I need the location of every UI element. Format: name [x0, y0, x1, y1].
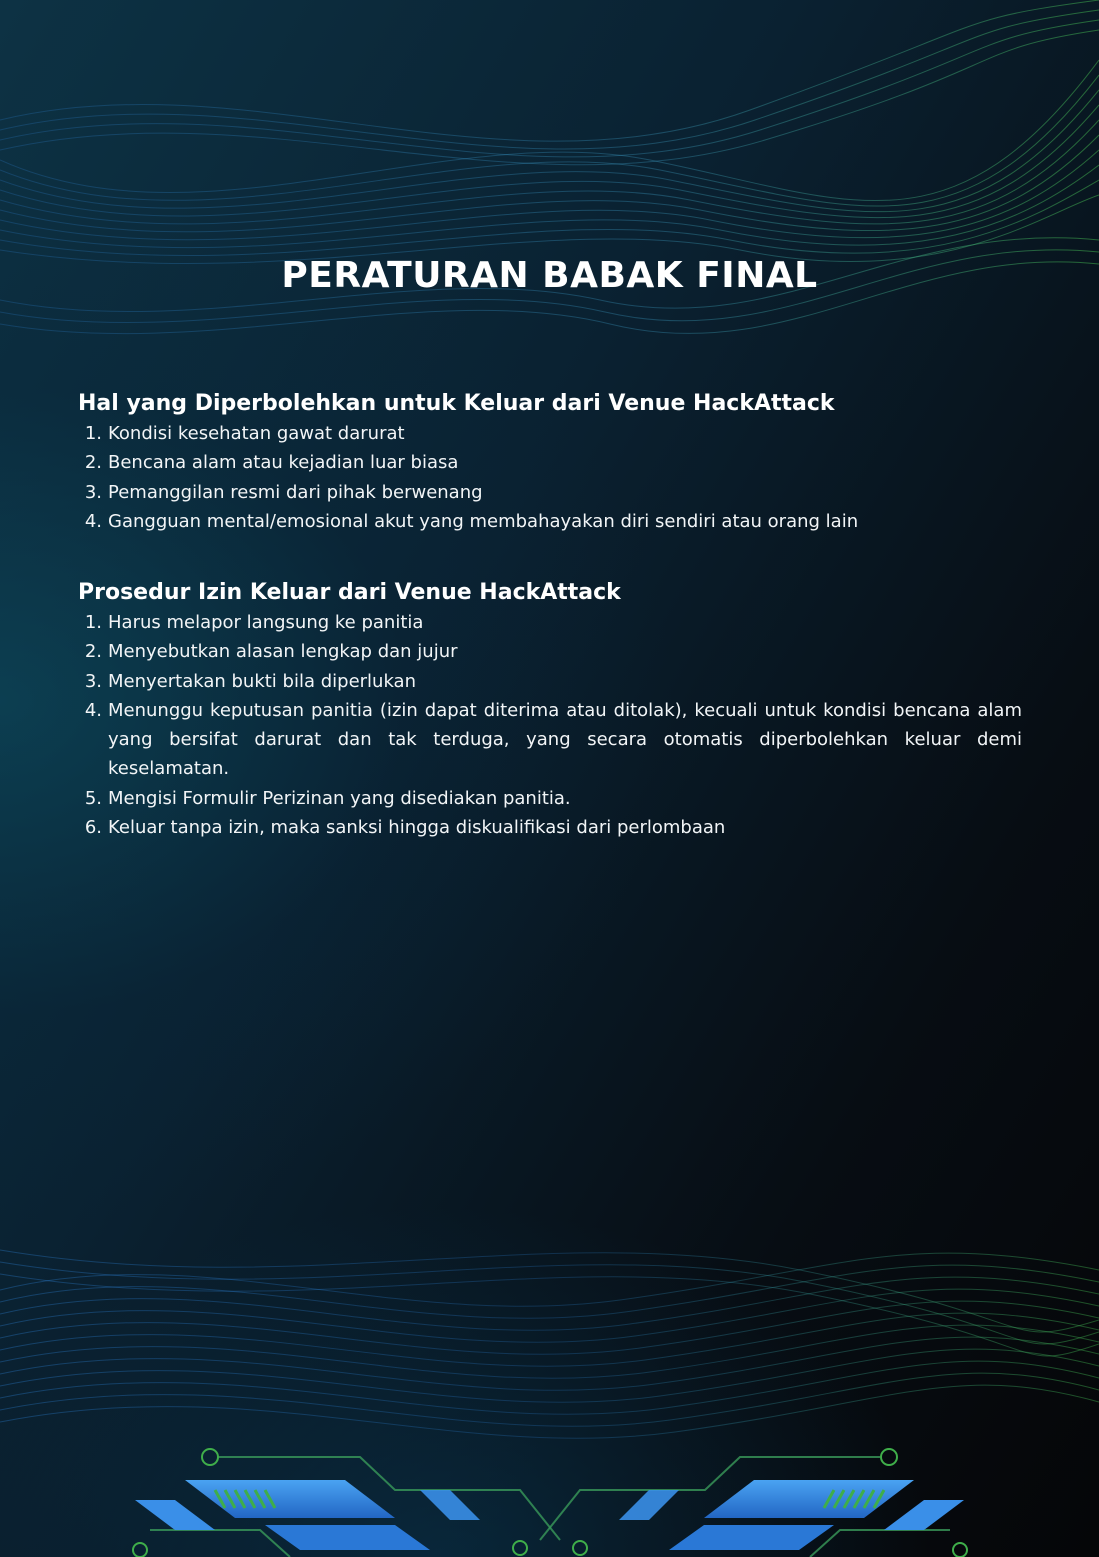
list-item-text: Bencana alam atau kejadian luar biasa — [108, 452, 459, 474]
list-item-text: Menyebutkan alasan lengkap dan jujur — [108, 641, 458, 663]
list-item: 1. Kondisi kesehatan gawat darurat — [78, 419, 1022, 448]
list-item: 5. Mengisi Formulir Perizinan yang disedi… — [78, 784, 1022, 813]
exit-procedure-list: 1. Harus melapor langsung ke panitia 2. Me… — [78, 608, 1022, 842]
allowed-exit-list: 1. Kondisi kesehatan gawat darurat 2. Benc… — [78, 419, 1022, 536]
list-item-text: Keluar tanpa izin, maka sanksi hingga di… — [108, 817, 726, 839]
list-item-text: Mengisi Formulir Perizinan yang disediak… — [108, 787, 571, 809]
list-item: 1. Harus melapor langsung ke panitia — [78, 608, 1022, 637]
list-item-number: 2. — [84, 452, 102, 474]
list-item: 3. Menyertakan bukti bila diperlukan — [78, 667, 1022, 696]
section-exit-procedure: Prosedur Izin Keluar dari Venue HackAtta… — [78, 578, 1022, 842]
section-heading: Prosedur Izin Keluar dari Venue HackAtta… — [78, 580, 621, 605]
list-item-number: 2. — [84, 641, 102, 663]
list-item-number: 3. — [84, 670, 102, 692]
section-heading: Hal yang Diperbolehkan untuk Keluar dari… — [78, 391, 835, 416]
list-item-text: Kondisi kesehatan gawat darurat — [108, 423, 405, 444]
list-item-number: 1. — [84, 612, 102, 633]
list-item-number: 6. — [84, 817, 102, 839]
document-page: PERATURAN BABAK FINAL Hal yang Diperbole… — [0, 0, 1099, 1557]
page-content: PERATURAN BABAK FINAL Hal yang Diperbole… — [0, 0, 1099, 1557]
list-item: 6. Keluar tanpa izin, maka sanksi hingga … — [78, 813, 1022, 842]
list-item: 3. Pemanggilan resmi dari pihak berwenang — [78, 478, 1022, 507]
list-item-text: Harus melapor langsung ke panitia — [108, 612, 424, 633]
list-item-text: Menyertakan bukti bila diperlukan — [108, 670, 416, 692]
list-item-number: 4. — [84, 699, 102, 721]
list-item-number: 3. — [84, 481, 102, 503]
list-item: 4. Menunggu keputusan panitia (izin dapat… — [78, 696, 1022, 784]
list-item: 2. Bencana alam atau kejadian luar biasa — [78, 448, 1022, 477]
list-item-text: Gangguan mental/emosional akut yang memb… — [108, 510, 859, 532]
section-allowed-exit: Hal yang Diperbolehkan untuk Keluar dari… — [78, 389, 1022, 536]
page-title: PERATURAN BABAK FINAL — [281, 255, 818, 296]
list-item-number: 5. — [84, 787, 102, 809]
list-item: 4. Gangguan mental/emosional akut yang me… — [78, 507, 1022, 536]
list-item: 2. Menyebutkan alasan lengkap dan jujur — [78, 637, 1022, 666]
list-item-text: Menunggu keputusan panitia (izin dapat d… — [108, 699, 1022, 780]
list-item-number: 1. — [84, 423, 102, 444]
list-item-text: Pemanggilan resmi dari pihak berwenang — [108, 481, 483, 503]
list-item-number: 4. — [84, 510, 102, 532]
